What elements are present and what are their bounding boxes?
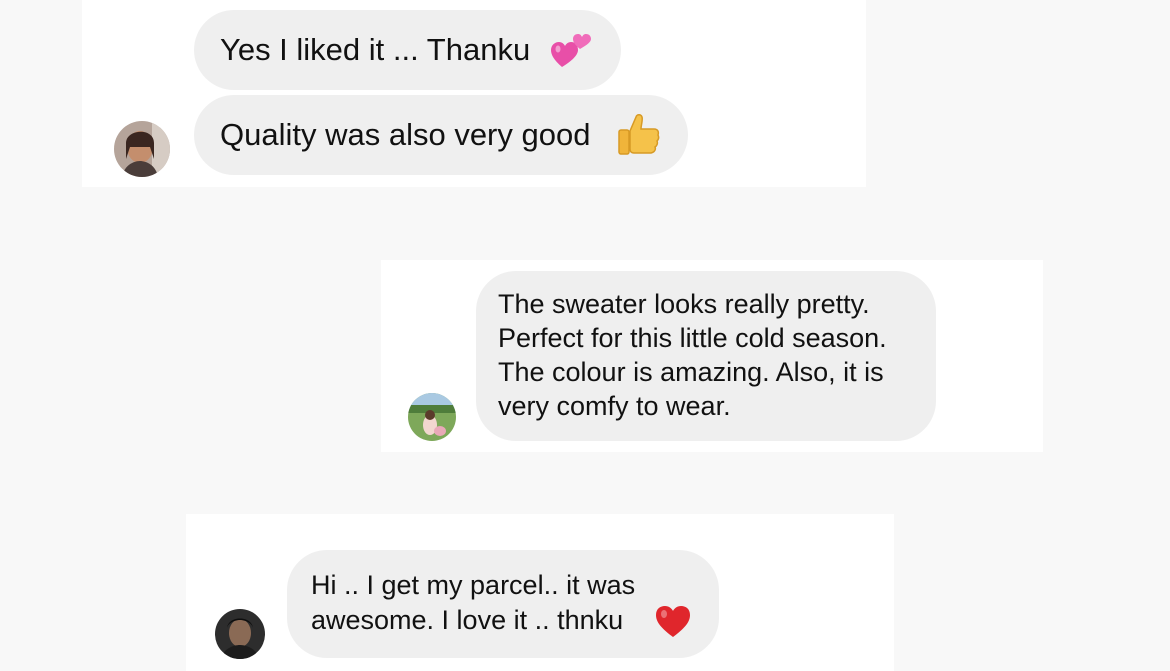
- avatar[interactable]: [114, 121, 170, 177]
- message-text: Quality was also very good: [220, 117, 591, 152]
- red-heart-icon: [655, 604, 691, 640]
- message-bubble[interactable]: Hi .. I get my parcel.. it was awesome. …: [287, 550, 719, 658]
- thumbs-up-icon: [616, 111, 662, 157]
- avatar[interactable]: [215, 609, 265, 659]
- message-bubble[interactable]: The sweater looks really pretty. Perfect…: [476, 271, 936, 441]
- message-text: Hi .. I get my parcel.. it was awesome. …: [311, 570, 636, 635]
- message-text: The sweater looks really pretty. Perfect…: [498, 289, 887, 421]
- avatar[interactable]: [408, 393, 456, 441]
- message-bubble[interactable]: Quality was also very good: [194, 95, 688, 175]
- message-text: Yes I liked it ... Thanku: [220, 32, 531, 67]
- two-hearts-icon: [550, 29, 592, 71]
- message-card: Hi .. I get my parcel.. it was awesome. …: [186, 514, 894, 671]
- message-bubble[interactable]: Yes I liked it ... Thanku: [194, 10, 621, 90]
- message-card: Yes I liked it ... Thanku Quality was al…: [82, 0, 866, 187]
- message-card: The sweater looks really pretty. Perfect…: [381, 260, 1043, 452]
